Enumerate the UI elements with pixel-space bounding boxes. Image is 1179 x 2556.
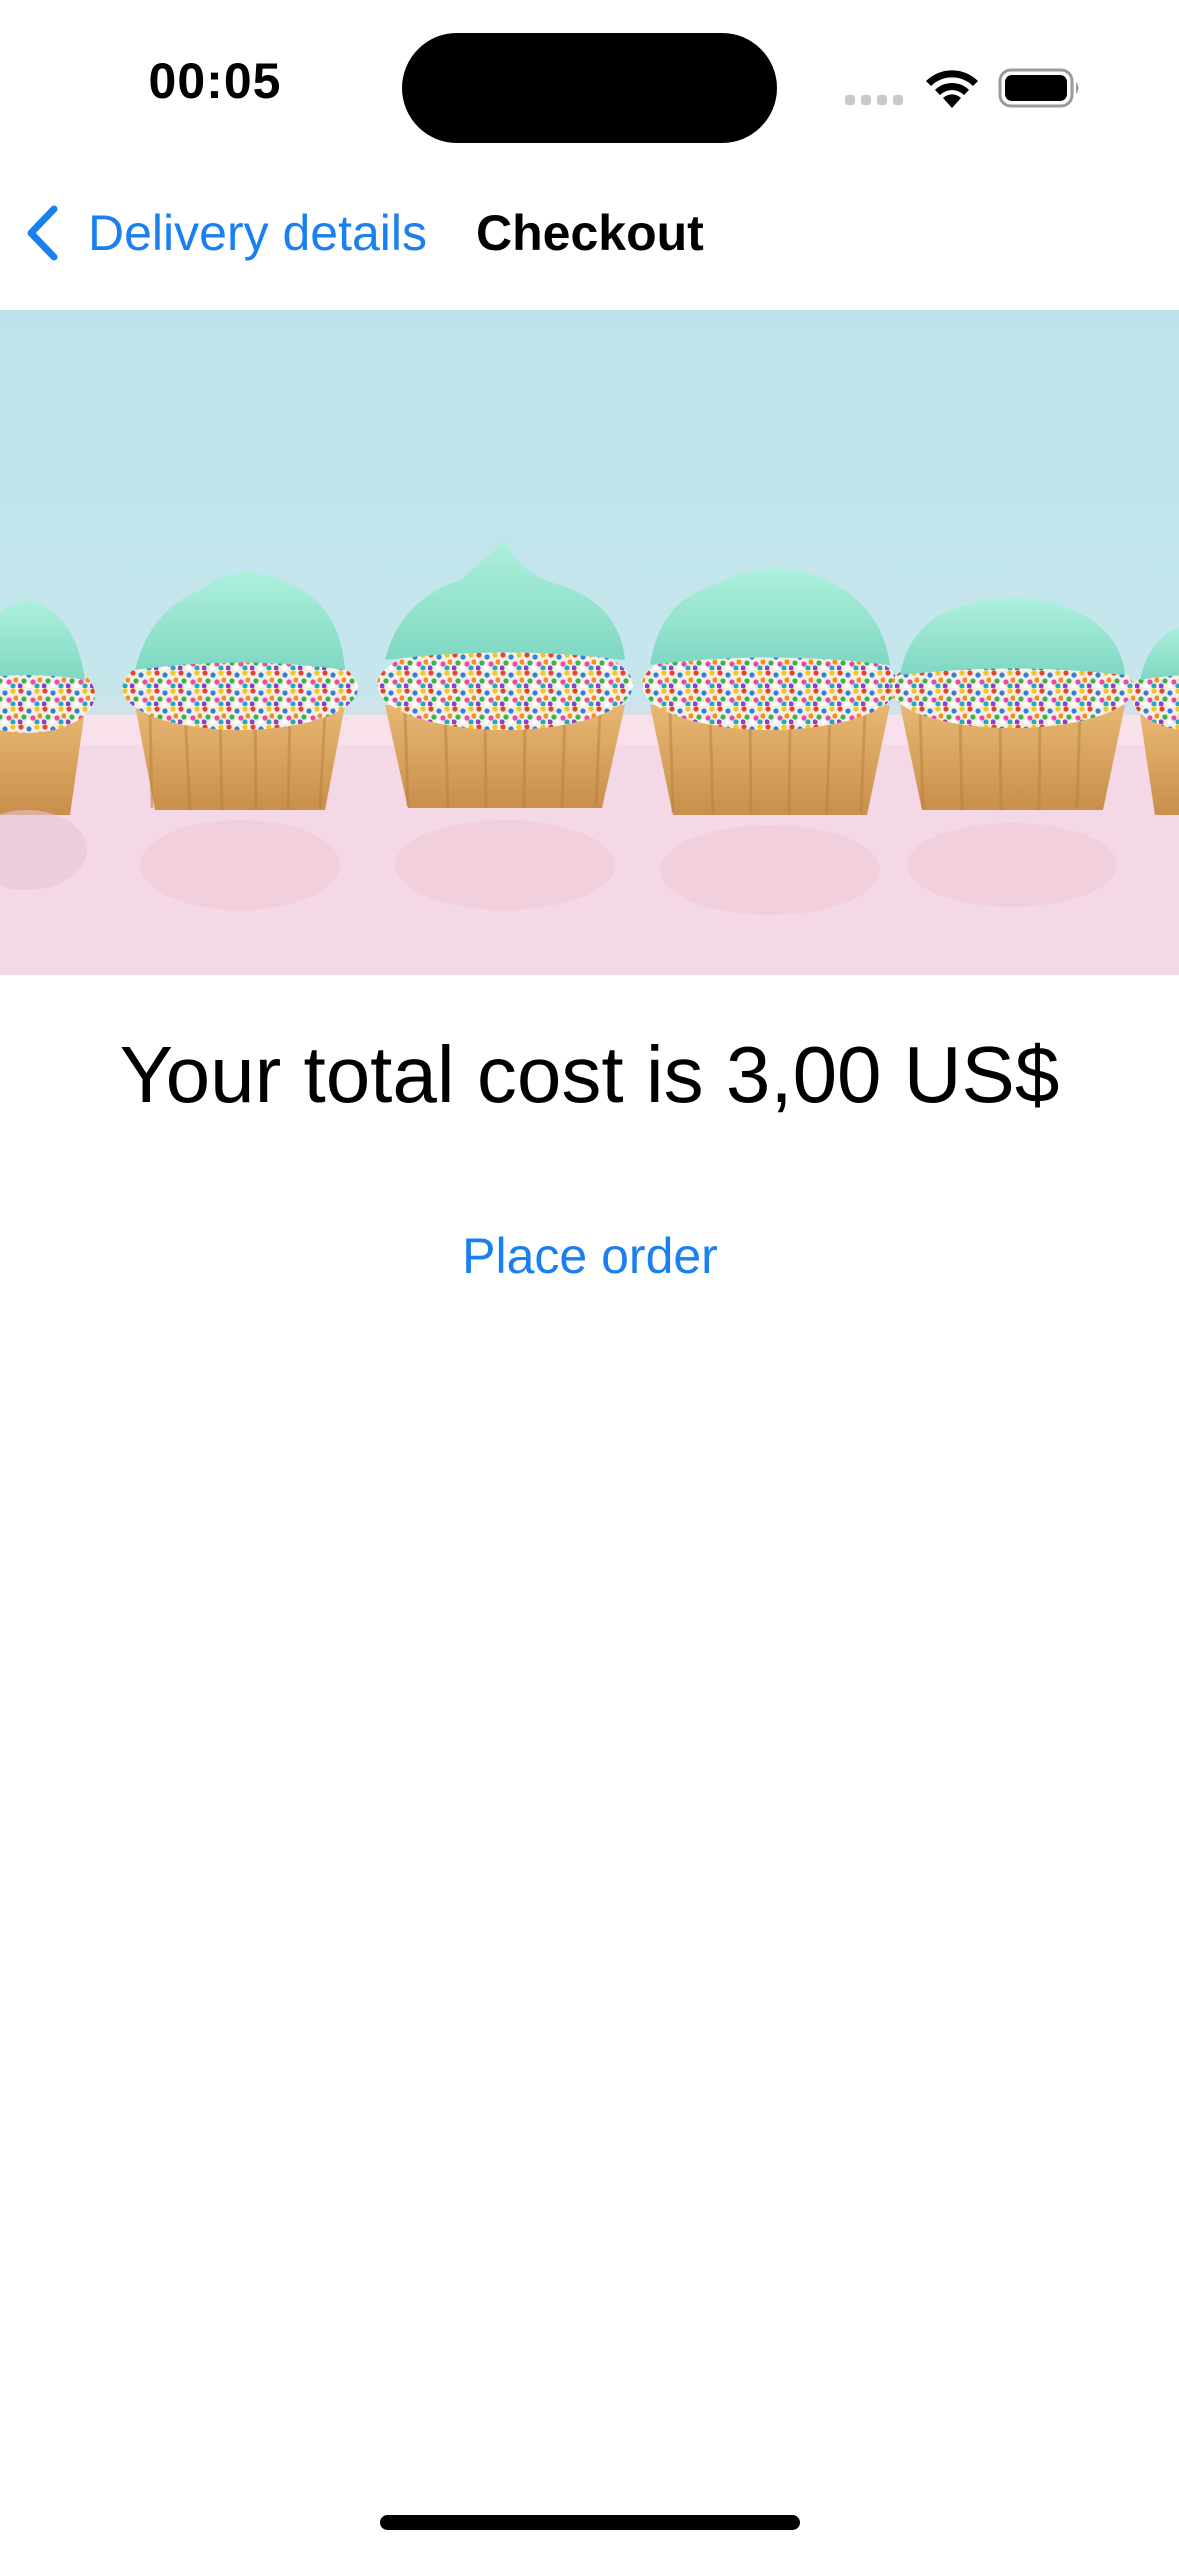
total-cost-label: Your total cost is 3,00 US$ bbox=[119, 1030, 1060, 1119]
page-title: Checkout bbox=[476, 205, 704, 261]
dynamic-island bbox=[402, 33, 777, 143]
place-order-button[interactable]: Place order bbox=[390, 1220, 790, 1292]
chevron-left-icon bbox=[27, 205, 58, 261]
wifi-icon bbox=[926, 70, 978, 108]
status-time: 00:05 bbox=[148, 53, 282, 109]
cellular-signal-icon bbox=[845, 95, 905, 107]
back-button[interactable]: Delivery details bbox=[22, 198, 427, 268]
battery-full-icon bbox=[998, 68, 1079, 108]
cupcakes-hero-image bbox=[0, 310, 1179, 975]
cupcakes-illustration bbox=[0, 540, 1179, 975]
back-button-label: Delivery details bbox=[88, 205, 428, 261]
home-indicator[interactable] bbox=[380, 2515, 800, 2530]
navigation-bar: Delivery details Checkout bbox=[0, 170, 1179, 310]
status-bar: 00:05 bbox=[0, 0, 1179, 170]
